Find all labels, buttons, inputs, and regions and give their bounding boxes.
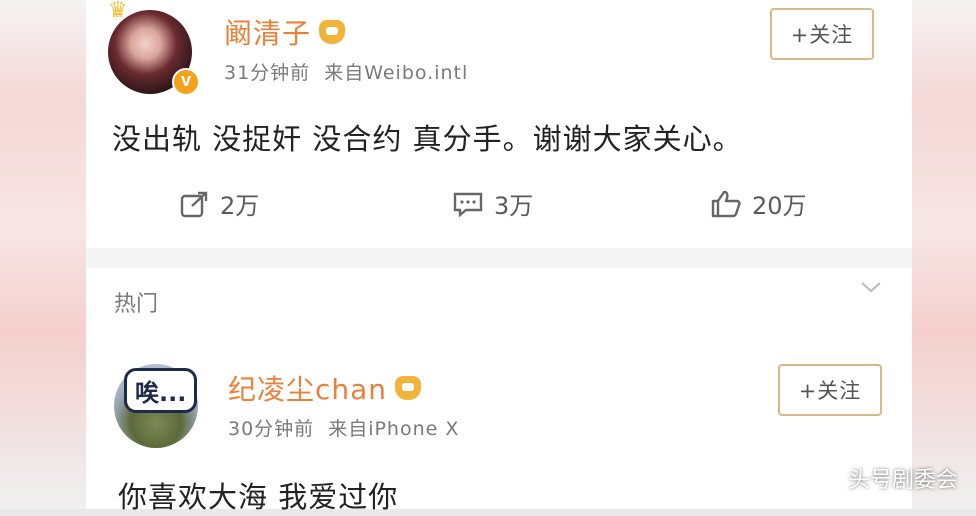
comment-time: 30分钟前 — [228, 418, 315, 440]
weibo-feed: ♛ V 阚清子 31分钟前 来自Weibo.intl +关注 没出轨 没捉奸 没合… — [86, 0, 912, 514]
chevron-down-icon[interactable] — [860, 280, 882, 294]
post-source: 来自Weibo.intl — [324, 62, 469, 84]
comment-source: 来自iPhone X — [328, 418, 460, 440]
vip-icon — [319, 20, 346, 44]
repost-button[interactable]: 2万 — [180, 186, 259, 221]
comment-button[interactable]: 3万 — [452, 186, 533, 221]
repost-count: 2万 — [220, 192, 260, 220]
like-icon — [711, 190, 741, 217]
comment-follow-button[interactable]: +关注 — [778, 364, 882, 416]
post-meta: 31分钟前 来自Weibo.intl — [224, 58, 482, 85]
crown-icon: ♛ — [108, 0, 128, 23]
like-count: 20万 — [752, 192, 807, 220]
username-text[interactable]: 阚清子 — [224, 17, 311, 50]
avatar-sticker-text: 唉... — [124, 368, 198, 413]
post-card: ♛ V 阚清子 31分钟前 来自Weibo.intl +关注 没出轨 没捉奸 没合… — [86, 0, 912, 248]
comment-count: 3万 — [494, 192, 534, 220]
repost-icon — [180, 191, 208, 217]
comment-username[interactable]: 纪凌尘chan — [228, 368, 422, 408]
username[interactable]: 阚清子 — [224, 12, 346, 52]
watermark: 头号剧委会 — [847, 468, 958, 493]
post-content: 没出轨 没捉奸 没合约 真分手。谢谢大家关心。 — [112, 122, 743, 156]
verified-icon: V — [172, 68, 200, 96]
background-right — [910, 0, 976, 509]
vip-icon — [395, 376, 422, 400]
background-left — [0, 0, 90, 509]
comment-icon — [453, 192, 483, 218]
post-time: 31分钟前 — [224, 62, 311, 84]
comment-username-text[interactable]: 纪凌尘chan — [228, 373, 387, 406]
follow-button[interactable]: +关注 — [770, 8, 874, 60]
comment-content: 你喜欢大海 我爱过你 — [118, 480, 399, 514]
like-button[interactable]: 20万 — [710, 186, 807, 221]
comment-meta: 30分钟前 来自iPhone X — [228, 414, 473, 441]
hot-section-label: 热门 — [114, 292, 159, 317]
